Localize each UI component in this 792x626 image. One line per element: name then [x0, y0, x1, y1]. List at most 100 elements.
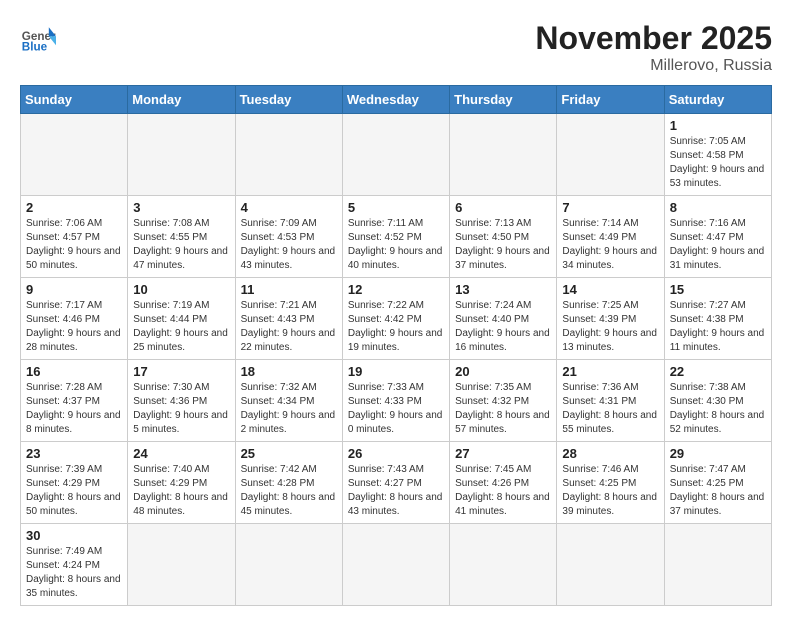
- day-info: Sunrise: 7:35 AM Sunset: 4:32 PM Dayligh…: [455, 381, 551, 437]
- calendar-cell: [557, 114, 664, 196]
- calendar-cell: 6Sunrise: 7:13 AM Sunset: 4:50 PM Daylig…: [450, 196, 557, 278]
- calendar-cell: [450, 524, 557, 606]
- day-info: Sunrise: 7:40 AM Sunset: 4:29 PM Dayligh…: [133, 463, 229, 519]
- day-number: 8: [670, 200, 766, 215]
- calendar-cell: 30 Sunrise: 7:49 AM Sunset: 4:24 PM Dayli…: [21, 524, 128, 606]
- day-info: Sunrise: 7:33 AM Sunset: 4:33 PM Dayligh…: [348, 381, 444, 437]
- calendar-cell: 17 Sunrise: 7:30 AM Sunset: 4:36 PM Dayli…: [128, 360, 235, 442]
- calendar-cell: 11 Sunrise: 7:21 AM Sunset: 4:43 PM Dayli…: [235, 278, 342, 360]
- calendar-cell: [664, 524, 771, 606]
- day-number: 26: [348, 446, 444, 461]
- calendar-cell: 24Sunrise: 7:40 AM Sunset: 4:29 PM Dayli…: [128, 442, 235, 524]
- weekday-header-sunday: Sunday: [21, 86, 128, 114]
- calendar-cell: 2 Sunrise: 7:06 AM Sunset: 4:57 PM Daylig…: [21, 196, 128, 278]
- day-info: Sunrise: 7:05 AM Sunset: 4:58 PM Dayligh…: [670, 135, 766, 191]
- day-info: Sunrise: 7:39 AM Sunset: 4:29 PM Dayligh…: [26, 463, 122, 519]
- title-block: November 2025 Millerovo, Russia: [535, 20, 772, 75]
- month-year-title: November 2025: [535, 20, 772, 57]
- calendar-cell: [235, 524, 342, 606]
- calendar-cell: 16Sunrise: 7:28 AM Sunset: 4:37 PM Dayli…: [21, 360, 128, 442]
- calendar-cell: 3Sunrise: 7:08 AM Sunset: 4:55 PM Daylig…: [128, 196, 235, 278]
- day-number: 11: [241, 282, 337, 297]
- weekday-header-tuesday: Tuesday: [235, 86, 342, 114]
- calendar-cell: 26Sunrise: 7:43 AM Sunset: 4:27 PM Dayli…: [342, 442, 449, 524]
- day-info: Sunrise: 7:36 AM Sunset: 4:31 PM Dayligh…: [562, 381, 658, 437]
- day-info: Sunrise: 7:49 AM Sunset: 4:24 PM Dayligh…: [26, 545, 122, 601]
- calendar-cell: [128, 114, 235, 196]
- calendar-cell: 29 Sunrise: 7:47 AM Sunset: 4:25 PM Dayli…: [664, 442, 771, 524]
- calendar-cell: 13 Sunrise: 7:24 AM Sunset: 4:40 PM Dayli…: [450, 278, 557, 360]
- weekday-header-row: SundayMondayTuesdayWednesdayThursdayFrid…: [21, 86, 772, 114]
- calendar-cell: 25 Sunrise: 7:42 AM Sunset: 4:28 PM Dayli…: [235, 442, 342, 524]
- day-info: Sunrise: 7:45 AM Sunset: 4:26 PM Dayligh…: [455, 463, 551, 519]
- day-info: Sunrise: 7:17 AM Sunset: 4:46 PM Dayligh…: [26, 299, 122, 355]
- day-info: Sunrise: 7:16 AM Sunset: 4:47 PM Dayligh…: [670, 217, 766, 273]
- day-number: 14: [562, 282, 658, 297]
- calendar-cell: 21Sunrise: 7:36 AM Sunset: 4:31 PM Dayli…: [557, 360, 664, 442]
- day-number: 22: [670, 364, 766, 379]
- day-number: 2: [26, 200, 122, 215]
- calendar-cell: 14 Sunrise: 7:25 AM Sunset: 4:39 PM Dayli…: [557, 278, 664, 360]
- calendar-cell: 10Sunrise: 7:19 AM Sunset: 4:44 PM Dayli…: [128, 278, 235, 360]
- calendar-cell: 19Sunrise: 7:33 AM Sunset: 4:33 PM Dayli…: [342, 360, 449, 442]
- day-number: 28: [562, 446, 658, 461]
- day-info: Sunrise: 7:08 AM Sunset: 4:55 PM Dayligh…: [133, 217, 229, 273]
- calendar-week-row: 9 Sunrise: 7:17 AM Sunset: 4:46 PM Daylig…: [21, 278, 772, 360]
- day-info: Sunrise: 7:22 AM Sunset: 4:42 PM Dayligh…: [348, 299, 444, 355]
- calendar-cell: 7Sunrise: 7:14 AM Sunset: 4:49 PM Daylig…: [557, 196, 664, 278]
- day-number: 9: [26, 282, 122, 297]
- day-info: Sunrise: 7:28 AM Sunset: 4:37 PM Dayligh…: [26, 381, 122, 437]
- calendar-cell: 15 Sunrise: 7:27 AM Sunset: 4:38 PM Dayli…: [664, 278, 771, 360]
- calendar-cell: [557, 524, 664, 606]
- weekday-header-thursday: Thursday: [450, 86, 557, 114]
- day-info: Sunrise: 7:21 AM Sunset: 4:43 PM Dayligh…: [241, 299, 337, 355]
- day-number: 25: [241, 446, 337, 461]
- day-info: Sunrise: 7:30 AM Sunset: 4:36 PM Dayligh…: [133, 381, 229, 437]
- calendar-table: SundayMondayTuesdayWednesdayThursdayFrid…: [20, 85, 772, 606]
- calendar-cell: 4Sunrise: 7:09 AM Sunset: 4:53 PM Daylig…: [235, 196, 342, 278]
- calendar-cell: 1 Sunrise: 7:05 AM Sunset: 4:58 PM Daylig…: [664, 114, 771, 196]
- day-number: 5: [348, 200, 444, 215]
- svg-text:Blue: Blue: [22, 41, 48, 54]
- calendar-week-row: 30 Sunrise: 7:49 AM Sunset: 4:24 PM Dayli…: [21, 524, 772, 606]
- day-number: 18: [241, 364, 337, 379]
- calendar-week-row: 2 Sunrise: 7:06 AM Sunset: 4:57 PM Daylig…: [21, 196, 772, 278]
- calendar-week-row: 23 Sunrise: 7:39 AM Sunset: 4:29 PM Dayli…: [21, 442, 772, 524]
- calendar-cell: 23 Sunrise: 7:39 AM Sunset: 4:29 PM Dayli…: [21, 442, 128, 524]
- day-info: Sunrise: 7:27 AM Sunset: 4:38 PM Dayligh…: [670, 299, 766, 355]
- day-number: 13: [455, 282, 551, 297]
- calendar-cell: [342, 524, 449, 606]
- day-number: 7: [562, 200, 658, 215]
- day-info: Sunrise: 7:06 AM Sunset: 4:57 PM Dayligh…: [26, 217, 122, 273]
- day-info: Sunrise: 7:32 AM Sunset: 4:34 PM Dayligh…: [241, 381, 337, 437]
- day-info: Sunrise: 7:13 AM Sunset: 4:50 PM Dayligh…: [455, 217, 551, 273]
- calendar-cell: 22Sunrise: 7:38 AM Sunset: 4:30 PM Dayli…: [664, 360, 771, 442]
- day-info: Sunrise: 7:09 AM Sunset: 4:53 PM Dayligh…: [241, 217, 337, 273]
- day-info: Sunrise: 7:47 AM Sunset: 4:25 PM Dayligh…: [670, 463, 766, 519]
- day-number: 29: [670, 446, 766, 461]
- weekday-header-friday: Friday: [557, 86, 664, 114]
- calendar-cell: [128, 524, 235, 606]
- day-info: Sunrise: 7:11 AM Sunset: 4:52 PM Dayligh…: [348, 217, 444, 273]
- page-header: General Blue November 2025 Millerovo, Ru…: [20, 20, 772, 75]
- calendar-cell: 20 Sunrise: 7:35 AM Sunset: 4:32 PM Dayli…: [450, 360, 557, 442]
- day-info: Sunrise: 7:24 AM Sunset: 4:40 PM Dayligh…: [455, 299, 551, 355]
- day-info: Sunrise: 7:46 AM Sunset: 4:25 PM Dayligh…: [562, 463, 658, 519]
- calendar-cell: 12Sunrise: 7:22 AM Sunset: 4:42 PM Dayli…: [342, 278, 449, 360]
- logo: General Blue: [20, 20, 56, 56]
- day-info: Sunrise: 7:42 AM Sunset: 4:28 PM Dayligh…: [241, 463, 337, 519]
- day-number: 23: [26, 446, 122, 461]
- day-number: 20: [455, 364, 551, 379]
- day-number: 1: [670, 118, 766, 133]
- calendar-week-row: 1 Sunrise: 7:05 AM Sunset: 4:58 PM Daylig…: [21, 114, 772, 196]
- day-number: 27: [455, 446, 551, 461]
- day-number: 30: [26, 528, 122, 543]
- weekday-header-wednesday: Wednesday: [342, 86, 449, 114]
- calendar-cell: [235, 114, 342, 196]
- day-number: 17: [133, 364, 229, 379]
- day-number: 15: [670, 282, 766, 297]
- calendar-cell: [21, 114, 128, 196]
- calendar-cell: 27 Sunrise: 7:45 AM Sunset: 4:26 PM Dayli…: [450, 442, 557, 524]
- calendar-cell: 9 Sunrise: 7:17 AM Sunset: 4:46 PM Daylig…: [21, 278, 128, 360]
- day-info: Sunrise: 7:25 AM Sunset: 4:39 PM Dayligh…: [562, 299, 658, 355]
